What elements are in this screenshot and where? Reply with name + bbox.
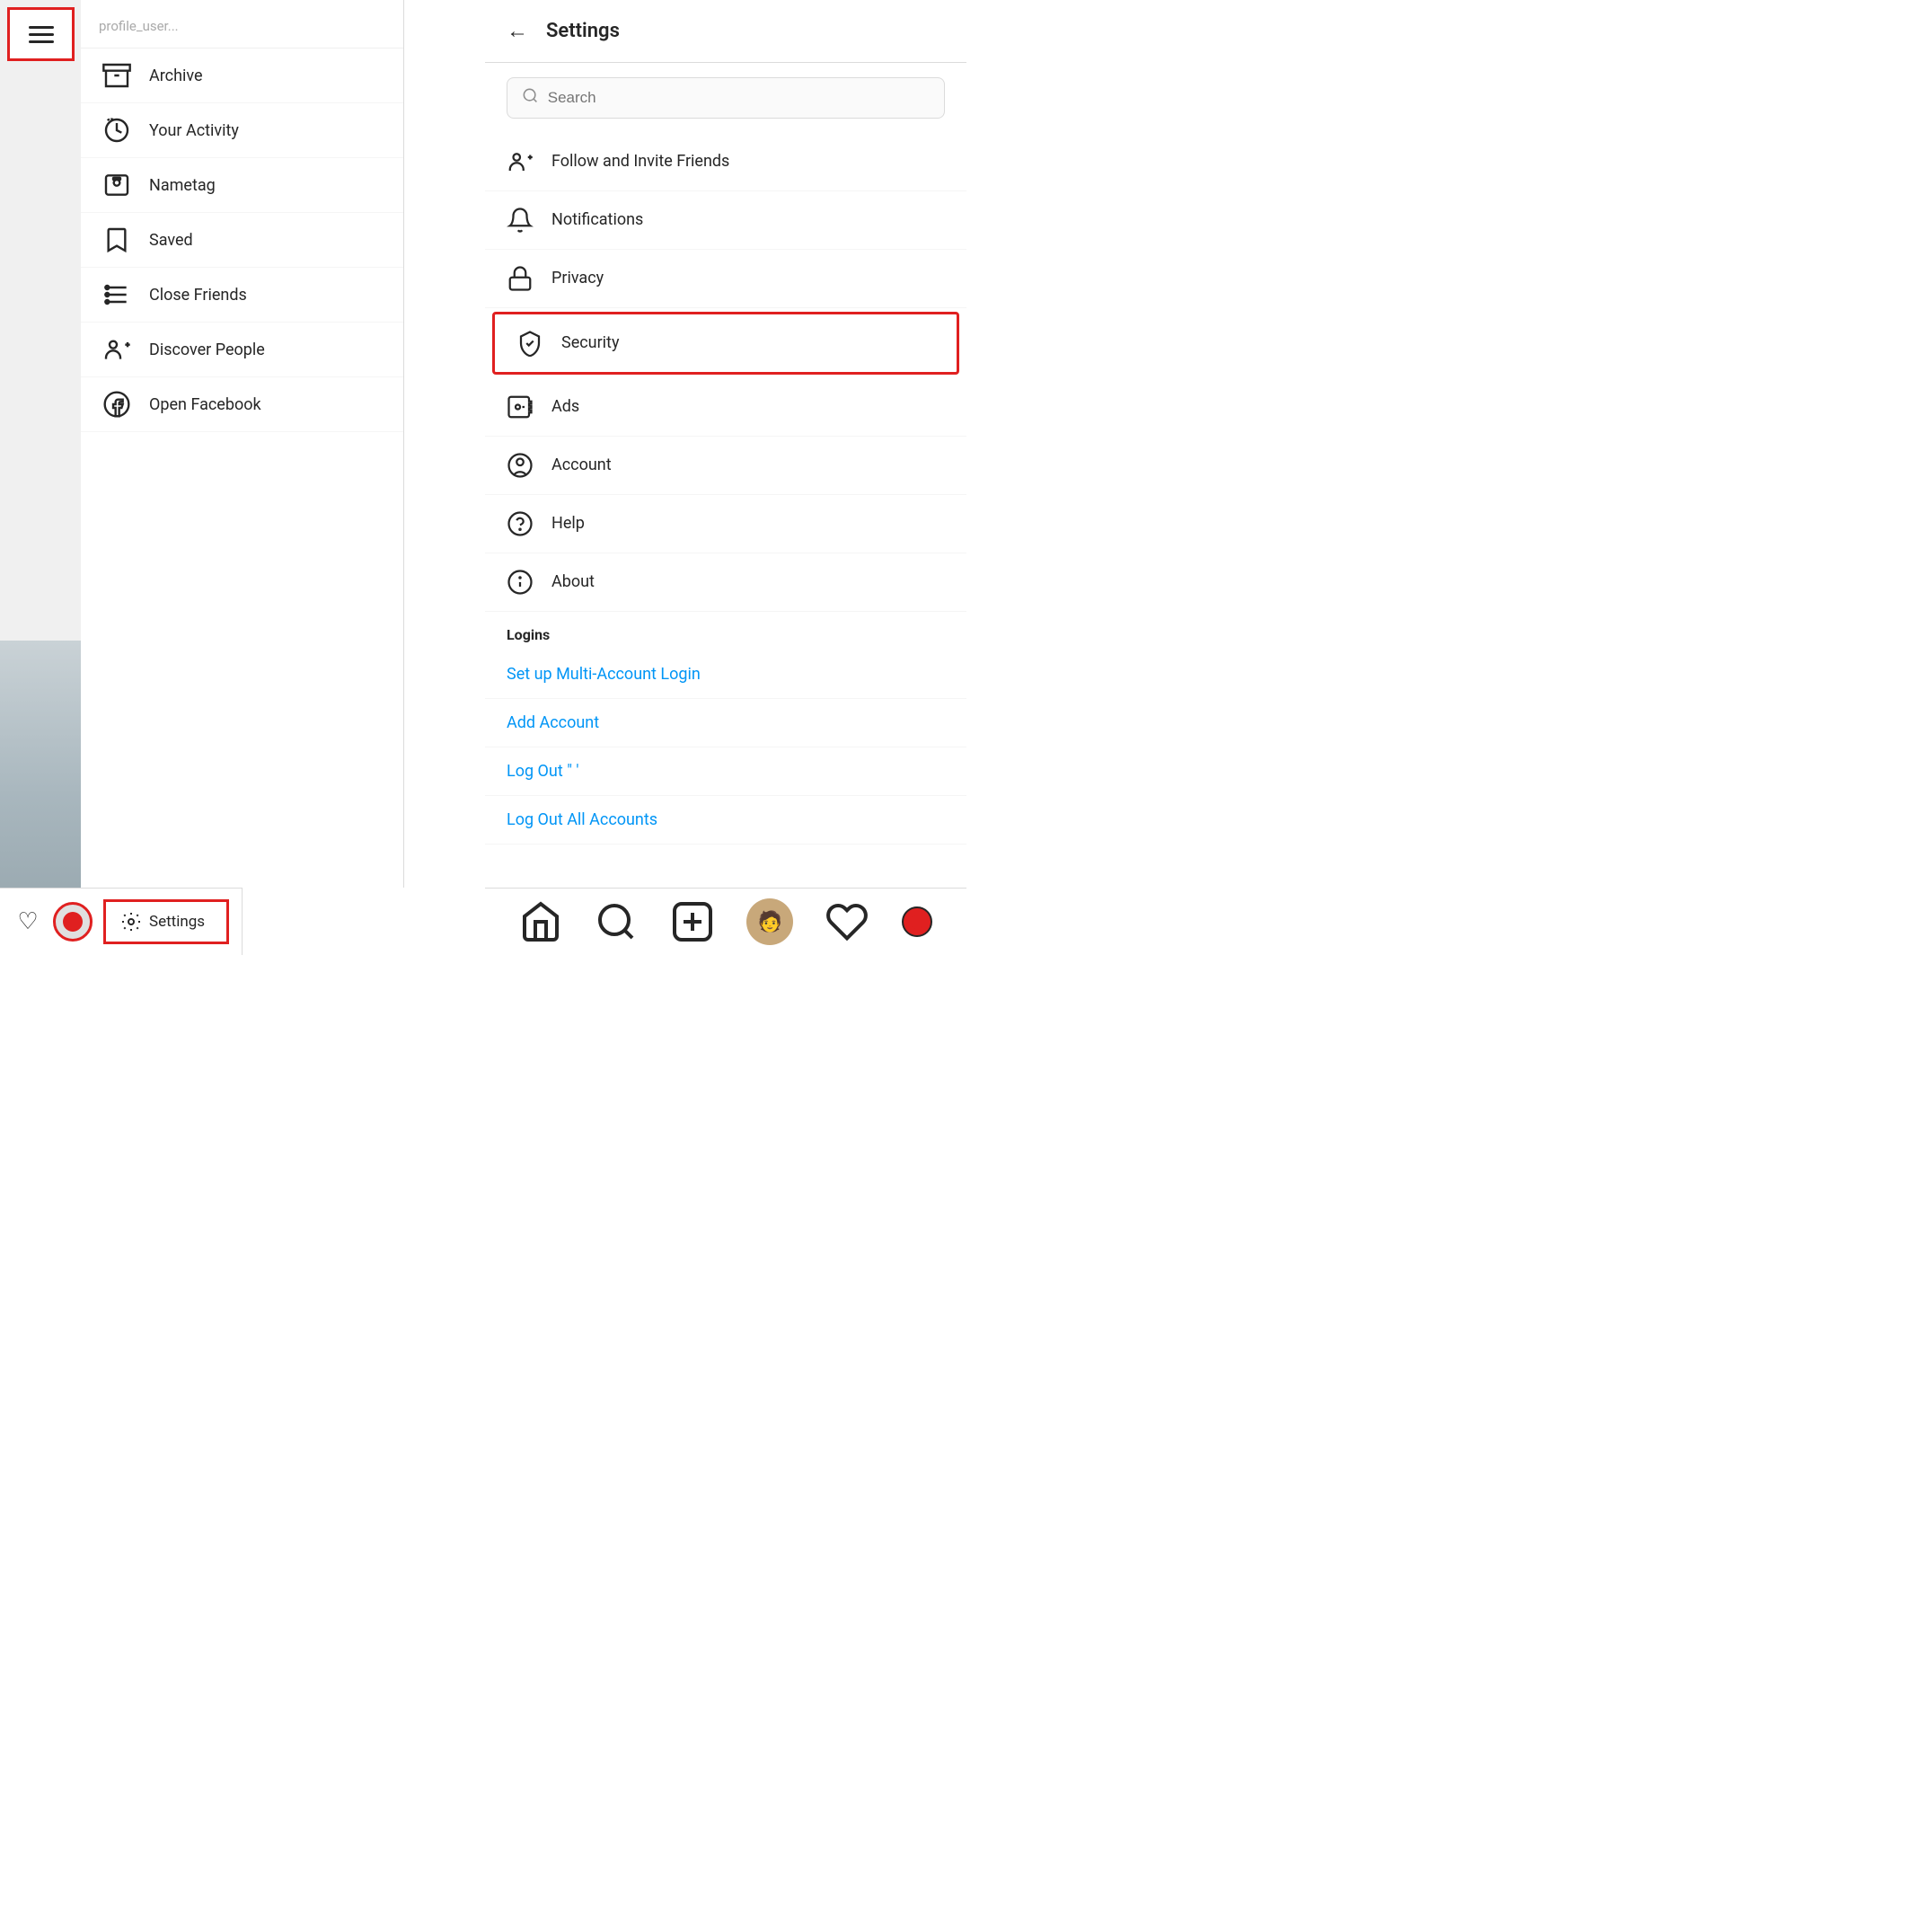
facebook-icon [102, 390, 131, 419]
back-button[interactable]: ← [507, 18, 528, 44]
menu-item-nametag[interactable]: Nametag [81, 158, 403, 213]
hamburger-icon [29, 26, 54, 43]
follow-invite-icon [507, 148, 534, 175]
settings-item-security[interactable]: Security [492, 312, 959, 375]
profile-nav-button[interactable] [902, 906, 932, 937]
menu-label-close-friends: Close Friends [149, 286, 247, 305]
search-input[interactable] [548, 89, 930, 107]
settings-label-notifications: Notifications [551, 210, 643, 229]
settings-title: Settings [546, 20, 620, 42]
link-multi-account[interactable]: Set up Multi-Account Login [485, 650, 966, 699]
account-icon [507, 452, 534, 479]
settings-item-help[interactable]: Help [485, 495, 966, 553]
profile-circle-nav[interactable] [53, 902, 93, 942]
menu-label-nametag: Nametag [149, 176, 216, 195]
character-avatar: 🧑 [746, 898, 793, 945]
settings-label-about: About [551, 572, 595, 591]
heart-icon[interactable]: ♡ [13, 907, 42, 936]
profile-name: profile_user... [99, 18, 179, 34]
settings-item-account[interactable]: Account [485, 437, 966, 495]
privacy-icon [507, 265, 534, 292]
help-icon [507, 510, 534, 537]
settings-item-privacy[interactable]: Privacy [485, 250, 966, 308]
archive-icon [102, 61, 131, 90]
about-icon [507, 569, 534, 596]
link-log-out-all[interactable]: Log Out All Accounts [485, 796, 966, 844]
settings-panel: ← Settings Follow and Invite Friends [485, 0, 966, 955]
menu-item-saved[interactable]: Saved [81, 213, 403, 268]
menu-label-activity: Your Activity [149, 121, 239, 140]
settings-nav-label: Settings [149, 913, 205, 931]
settings-label-security: Security [561, 333, 619, 352]
add-nav-button[interactable] [671, 900, 714, 943]
menu-item-archive[interactable]: Archive [81, 49, 403, 103]
ads-icon [507, 393, 534, 420]
logins-heading: Logins [485, 612, 966, 650]
menu-item-close-friends[interactable]: Close Friends [81, 268, 403, 323]
search-icon [522, 87, 539, 109]
bottom-nav-left: ♡ Settings [0, 888, 243, 955]
link-add-account[interactable]: Add Account [485, 699, 966, 747]
discover-people-icon [102, 335, 131, 364]
close-friends-icon [102, 280, 131, 309]
menu-item-discover[interactable]: Discover People [81, 323, 403, 377]
menu-item-activity[interactable]: Your Activity [81, 103, 403, 158]
settings-item-ads[interactable]: Ads [485, 378, 966, 437]
settings-header: ← Settings [485, 0, 966, 63]
middle-menu-panel: profile_user... Archive Your Activity [81, 0, 404, 888]
menu-label-facebook: Open Facebook [149, 395, 261, 414]
settings-label-follow: Follow and Invite Friends [551, 152, 729, 171]
settings-item-notifications[interactable]: Notifications [485, 191, 966, 250]
search-nav-button[interactable] [595, 900, 638, 943]
security-icon [516, 330, 543, 357]
menu-label-discover: Discover People [149, 340, 265, 359]
hamburger-button[interactable] [7, 7, 75, 61]
nametag-icon [102, 171, 131, 199]
saved-icon [102, 225, 131, 254]
menu-label-archive: Archive [149, 66, 203, 85]
settings-gear-icon [120, 911, 142, 933]
settings-nav-button[interactable]: Settings [103, 899, 229, 944]
menu-label-saved: Saved [149, 231, 193, 250]
activity-nav-button[interactable] [825, 900, 869, 943]
right-bottom-nav: 🧑 [485, 888, 966, 955]
notifications-icon [507, 207, 534, 234]
link-log-out[interactable]: Log Out " ' [485, 747, 966, 796]
settings-item-follow[interactable]: Follow and Invite Friends [485, 133, 966, 191]
menu-item-facebook[interactable]: Open Facebook [81, 377, 403, 432]
settings-label-account: Account [551, 455, 612, 474]
activity-icon [102, 116, 131, 145]
settings-label-help: Help [551, 514, 585, 533]
profile-inner [63, 912, 83, 932]
settings-label-privacy: Privacy [551, 269, 604, 287]
profile-header: profile_user... [81, 9, 403, 49]
settings-item-about[interactable]: About [485, 553, 966, 612]
home-nav-button[interactable] [519, 900, 562, 943]
settings-label-ads: Ads [551, 397, 579, 416]
search-bar [507, 77, 945, 119]
